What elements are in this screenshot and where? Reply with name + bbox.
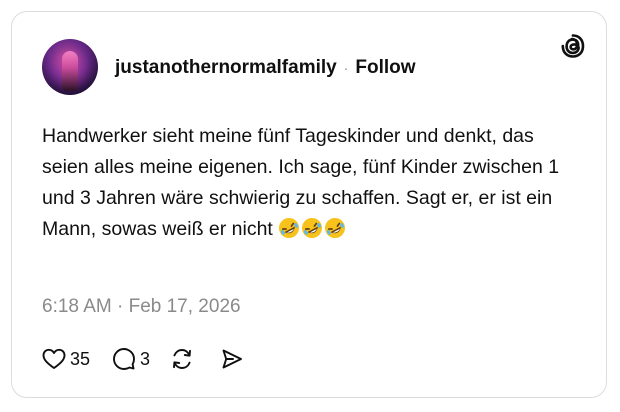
send-icon (222, 349, 242, 369)
header-separator: · (343, 60, 349, 76)
emoji-group (278, 218, 347, 240)
comment-bubble-icon (113, 348, 135, 370)
rolling-on-floor-laughing-icon (302, 218, 323, 238)
avatar-figure (62, 51, 78, 91)
rolling-on-floor-laughing-icon (279, 218, 300, 238)
post-body: Handwerker sieht meine fünf Tageskinder … (42, 121, 572, 245)
post-card: justanothernormalfamily · Follow Handwer… (11, 11, 607, 398)
reply-button[interactable]: 3 (112, 347, 150, 371)
heart-icon (42, 348, 66, 369)
likes-count: 35 (70, 348, 91, 369)
follow-button[interactable]: Follow (355, 57, 415, 79)
action-bar: 35 3 (42, 346, 244, 372)
repost-button[interactable] (170, 347, 194, 371)
share-button[interactable] (220, 347, 244, 371)
repost-icon (173, 349, 191, 369)
avatar[interactable] (42, 39, 98, 95)
post-header: justanothernormalfamily · Follow (115, 56, 416, 80)
threads-logo-icon[interactable] (560, 33, 586, 59)
like-button[interactable]: 35 (42, 348, 90, 370)
post-timestamp[interactable]: 6:18 AM · Feb 17, 2026 (42, 296, 241, 318)
username-link[interactable]: justanothernormalfamily (115, 57, 337, 79)
replies-count: 3 (140, 348, 151, 369)
rolling-on-floor-laughing-icon (325, 218, 346, 238)
